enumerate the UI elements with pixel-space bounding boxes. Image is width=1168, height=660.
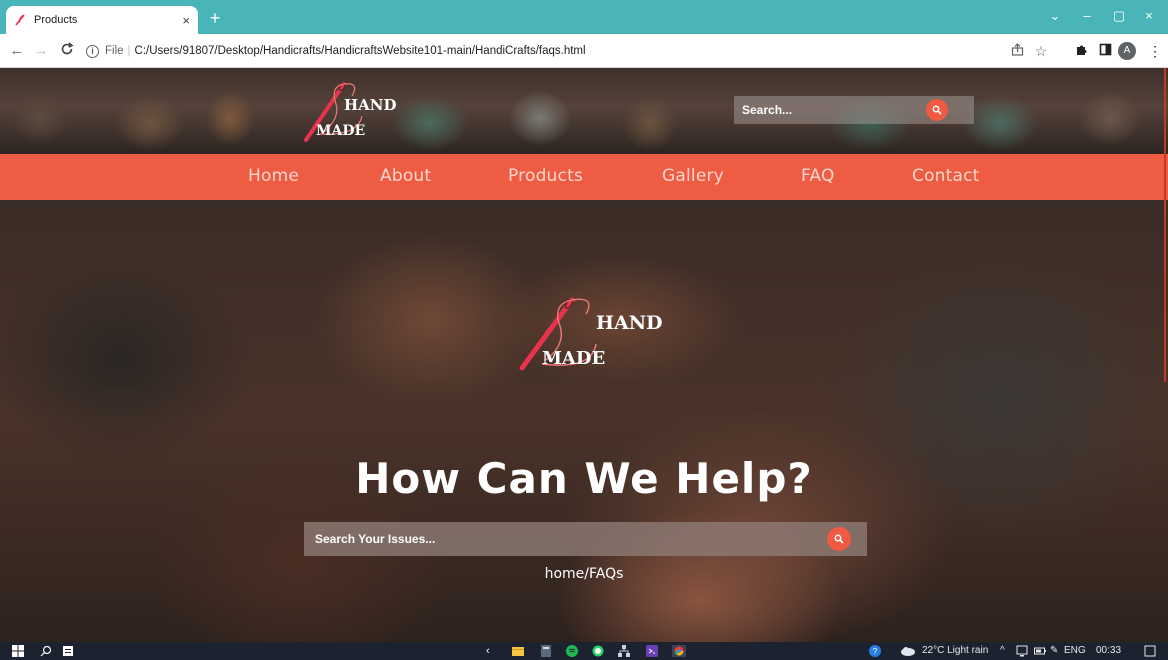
logo-word-made: MADE — [316, 123, 366, 139]
chrome-taskbar-icon[interactable] — [672, 645, 686, 657]
browser-tabstrip: Products × + ⌄ – ▢ × — [0, 0, 1168, 34]
faq-magnifier-icon — [834, 534, 844, 544]
pen-icon[interactable]: ✎ — [1050, 645, 1058, 657]
extensions-puzzle-icon[interactable] — [1072, 43, 1090, 59]
header-search-bar[interactable]: Search... — [734, 96, 974, 124]
taskbar-search-icon[interactable] — [40, 645, 52, 657]
battery-icon[interactable] — [1034, 645, 1046, 657]
hero-logo-word-hand: HAND — [596, 312, 663, 334]
file-explorer-icon[interactable] — [512, 645, 524, 657]
tab-close-icon[interactable]: × — [182, 13, 190, 28]
notifications-icon[interactable] — [1144, 645, 1156, 657]
minimize-button[interactable]: – — [1072, 8, 1102, 23]
language-indicator[interactable]: ENG — [1064, 645, 1086, 657]
magnifier-icon — [932, 105, 942, 115]
windows-taskbar: ‹ ? 22°C Light rain ^ ✎ ENG 00:33 — [0, 642, 1168, 660]
profile-avatar[interactable]: A — [1118, 42, 1136, 60]
url-text: C:/Users/91807/Desktop/Handicrafts/Handi… — [134, 45, 586, 57]
share-icon[interactable] — [1008, 43, 1026, 59]
restore-button[interactable]: ▢ — [1104, 8, 1134, 24]
browser-tab[interactable]: Products × — [6, 6, 198, 34]
side-panel-icon[interactable] — [1096, 43, 1114, 59]
nav-link-contact[interactable]: Contact — [912, 166, 980, 186]
help-icon[interactable]: ? — [868, 645, 882, 657]
site-header-banner: HAND MADE — [0, 68, 1168, 154]
hero-logo-word-made: MADE — [542, 348, 606, 369]
url-separator: | — [127, 45, 131, 57]
reload-icon[interactable] — [58, 42, 76, 61]
close-window-button[interactable]: × — [1134, 8, 1164, 23]
nav-link-home[interactable]: Home — [248, 166, 299, 186]
windows-start-icon[interactable] — [12, 645, 24, 657]
hero-logo: HAND MADE — [512, 294, 663, 374]
hero-heading: How Can We Help? — [355, 454, 813, 503]
network-share-icon[interactable] — [618, 645, 630, 657]
weather-cloud-icon[interactable] — [900, 645, 916, 657]
network-monitor-icon[interactable] — [1016, 645, 1028, 657]
browser-menu-icon[interactable]: ⋮ — [1146, 43, 1164, 59]
header-search-placeholder: Search... — [742, 103, 793, 117]
main-navigation: Home About Products Gallery FAQ Contact — [0, 154, 1168, 200]
tray-overflow-chevron-icon[interactable]: ^ — [1000, 645, 1005, 657]
svg-text:?: ? — [873, 647, 878, 656]
breadcrumb[interactable]: home/FAQs — [0, 566, 1168, 582]
faq-search-bar[interactable]: Search Your Issues... — [304, 522, 867, 556]
faq-search-button[interactable] — [827, 527, 851, 551]
header-search-button[interactable] — [926, 99, 948, 121]
calculator-app-icon[interactable] — [540, 645, 552, 657]
faq-hero-section: HAND MADE How Can We Help? Search Your I… — [0, 200, 1168, 642]
page-scroll-indicator — [1164, 68, 1166, 382]
tab-title: Products — [34, 14, 78, 26]
clock-time[interactable]: 00:33 — [1096, 645, 1121, 657]
site-logo[interactable]: HAND MADE — [300, 76, 410, 148]
whatsapp-icon[interactable] — [592, 645, 604, 657]
vscode-icon[interactable] — [646, 645, 658, 657]
site-info-icon[interactable]: i — [86, 44, 99, 58]
url-scheme: File — [105, 45, 124, 57]
nav-link-about[interactable]: About — [380, 166, 431, 186]
nav-link-gallery[interactable]: Gallery — [662, 166, 724, 186]
nav-link-faq[interactable]: FAQ — [801, 166, 835, 186]
back-arrow-icon[interactable]: ← — [8, 42, 26, 60]
taskbar-overflow-icon[interactable]: ‹ — [486, 645, 492, 657]
favicon-needle-icon — [14, 14, 26, 26]
tab-search-chevron-icon[interactable]: ⌄ — [1040, 8, 1070, 24]
faq-search-placeholder: Search Your Issues... — [315, 532, 436, 546]
address-bar[interactable]: i File | C:/Users/91807/Desktop/Handicra… — [86, 39, 1086, 63]
bookmark-star-icon[interactable]: ☆ — [1032, 43, 1050, 59]
spotify-icon[interactable] — [566, 645, 578, 657]
new-tab-button[interactable]: + — [204, 8, 226, 30]
weather-text[interactable]: 22°C Light rain — [922, 645, 988, 657]
forward-arrow-icon[interactable]: → — [32, 42, 50, 60]
nav-link-products[interactable]: Products — [508, 166, 583, 186]
task-view-icon[interactable] — [62, 645, 74, 657]
browser-toolbar: ← → i File | C:/Users/91807/Desktop/Hand… — [0, 34, 1168, 68]
logo-word-hand: HAND — [344, 96, 397, 114]
